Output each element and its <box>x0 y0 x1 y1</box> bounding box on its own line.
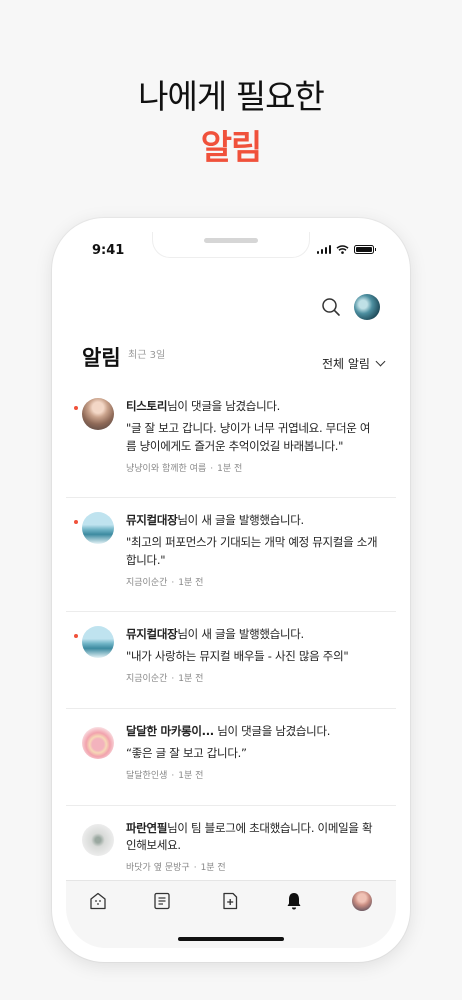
battery-icon <box>354 245 376 254</box>
sender-name: 뮤지컬대장 <box>126 513 178 527</box>
document-icon[interactable] <box>152 891 172 911</box>
avatar <box>82 398 114 430</box>
tab-bar <box>66 880 396 948</box>
blog-name: 냥냥이와 함께한 여름 <box>126 464 207 474</box>
notification-message: "최고의 퍼포먼스가 기대되는 개막 예정 뮤지컬을 소개합니다." <box>126 535 378 567</box>
filter-dropdown[interactable]: 전체 알림 <box>322 355 386 372</box>
notification-item[interactable]: 파란연필님이 팀 블로그에 초대했습니다. 이메일을 확인해보세요. 바닷가 옆… <box>66 806 396 886</box>
search-icon[interactable] <box>320 296 342 318</box>
profile-avatar[interactable] <box>352 891 372 911</box>
bell-icon[interactable] <box>284 891 304 911</box>
phone-speaker <box>204 238 258 243</box>
notification-item[interactable]: 달달한 마카롱이... 님이 댓글을 남겼습니다. “좋은 글 잘 보고 갑니다… <box>66 709 396 806</box>
notification-time: 1분 전 <box>178 771 204 781</box>
home-indicator <box>178 937 284 941</box>
notification-time: 1분 전 <box>178 674 204 684</box>
notification-message: "내가 사랑하는 뮤지컬 배우들 - 사진 많음 주의" <box>126 649 349 663</box>
notification-meta: 달달한인생 · 1분 전 <box>126 771 204 781</box>
unread-dot <box>74 406 78 410</box>
sender-name: 티스토리 <box>126 399 168 413</box>
notification-item[interactable]: 티스토리님이 댓글을 남겼습니다. "글 잘 보고 갑니다. 냥이가 너무 귀엽… <box>66 384 396 498</box>
avatar <box>82 626 114 658</box>
phone-notch <box>152 232 310 258</box>
home-icon[interactable] <box>88 891 108 911</box>
unread-dot <box>74 634 78 638</box>
notification-action: 님이 새 글을 발행했습니다. <box>177 627 304 641</box>
notification-action: 님이 댓글을 남겼습니다. <box>167 399 280 413</box>
signal-icon <box>316 245 331 254</box>
notification-message: “좋은 글 잘 보고 갑니다.” <box>126 746 247 760</box>
sender-name: 달달한 마카롱이... <box>126 724 214 738</box>
notification-title: 파란연필님이 팀 블로그에 초대했습니다. 이메일을 확인해보세요. <box>126 820 380 854</box>
sender-name: 뮤지컬대장 <box>126 627 178 641</box>
notification-meta: 지금이순간 · 1분 전 <box>126 674 204 684</box>
notification-action: 님이 댓글을 남겼습니다. <box>213 724 331 738</box>
chevron-down-icon <box>375 356 386 367</box>
promo-highlight: 알림 <box>200 128 263 168</box>
notification-time: 1분 전 <box>217 464 243 474</box>
phone-screen: 9:41 알림 최근 3일 전체 알림 티스토리님이 댓글을 남겼습니다. "글… <box>66 232 396 948</box>
blog-name: 지금이순간 <box>126 674 168 684</box>
notification-message: "글 잘 보고 갑니다. 냥이가 너무 귀엽네요. 무더운 여름 냥이에게도 즐… <box>126 421 371 453</box>
notification-meta: 바닷가 옆 문방구 · 1분 전 <box>126 863 226 873</box>
notification-time: 1분 전 <box>200 863 226 873</box>
page-title: 알림 <box>82 346 121 370</box>
promo-headline: 나에게 필요한 <box>138 77 325 116</box>
filter-label: 전체 알림 <box>322 357 370 371</box>
wifi-icon <box>336 245 349 254</box>
new-post-icon[interactable] <box>220 891 240 911</box>
profile-avatar[interactable] <box>354 294 380 320</box>
notification-action: 님이 새 글을 발행했습니다. <box>177 513 304 527</box>
notification-list: 티스토리님이 댓글을 남겼습니다. "글 잘 보고 갑니다. 냥이가 너무 귀엽… <box>66 384 396 886</box>
blog-name: 달달한인생 <box>126 771 168 781</box>
unread-dot <box>74 520 78 524</box>
notification-title: 달달한 마카롱이... 님이 댓글을 남겼습니다. <box>126 723 380 740</box>
notification-title: 뮤지컬대장님이 새 글을 발행했습니다. <box>126 626 380 643</box>
notification-title: 뮤지컬대장님이 새 글을 발행했습니다. <box>126 512 380 529</box>
notification-time: 1분 전 <box>178 578 204 588</box>
page-subtitle: 최근 3일 <box>128 350 166 361</box>
notification-title: 티스토리님이 댓글을 남겼습니다. <box>126 398 380 415</box>
blog-name: 지금이순간 <box>126 578 168 588</box>
notification-meta: 냥냥이와 함께한 여름 · 1분 전 <box>126 464 243 474</box>
blog-name: 바닷가 옆 문방구 <box>126 863 190 873</box>
notification-item[interactable]: 뮤지컬대장님이 새 글을 발행했습니다. "내가 사랑하는 뮤지컬 배우들 - … <box>66 612 396 709</box>
notification-meta: 지금이순간 · 1분 전 <box>126 578 204 588</box>
phone-frame: 9:41 알림 최근 3일 전체 알림 티스토리님이 댓글을 남겼습니다. "글… <box>52 218 410 962</box>
avatar <box>82 512 114 544</box>
avatar <box>82 727 114 759</box>
status-icons <box>316 245 376 254</box>
notification-item[interactable]: 뮤지컬대장님이 새 글을 발행했습니다. "최고의 퍼포먼스가 기대되는 개막 … <box>66 498 396 612</box>
sender-name: 파란연필 <box>126 821 168 835</box>
status-time: 9:41 <box>92 243 125 258</box>
avatar <box>82 824 114 856</box>
